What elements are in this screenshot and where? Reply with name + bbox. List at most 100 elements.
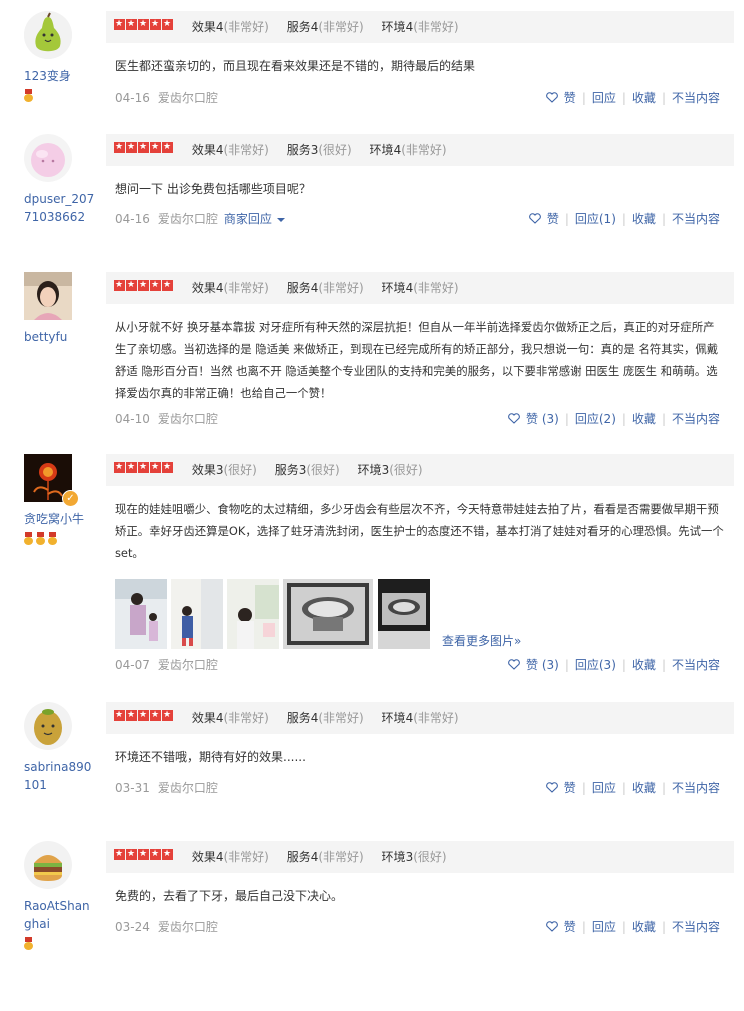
username[interactable]: 123变身: [24, 67, 96, 85]
avatar[interactable]: [24, 841, 72, 889]
star-icon: [162, 19, 173, 30]
avatar[interactable]: [24, 11, 72, 59]
heart-icon: [528, 213, 541, 224]
merchant-reply-toggle[interactable]: 商家回应: [224, 212, 285, 226]
review-text: 现在的娃娃咀嚼少、食物吃的太过精细，多少牙齿会有些层次不齐，今天特意带娃娃去拍了…: [115, 502, 724, 560]
review-actions: 赞 (3) | 回应(3) | 收藏 | 不当内容: [508, 655, 720, 675]
like-button[interactable]: 赞: [545, 917, 576, 937]
star-icon: [150, 462, 161, 473]
like-button[interactable]: 赞: [545, 778, 576, 798]
shop-name[interactable]: 爱齿尔口腔: [158, 781, 218, 795]
username[interactable]: RaoAtShanghai: [24, 897, 96, 933]
reply-button[interactable]: 回应: [592, 778, 616, 798]
review-photo[interactable]: [171, 579, 223, 649]
star-icon: [150, 142, 161, 153]
review-photo[interactable]: [227, 579, 279, 649]
review-actions: 赞 | 回应(1) | 收藏 | 不当内容: [528, 209, 720, 229]
reply-button[interactable]: 回应: [592, 88, 616, 108]
username[interactable]: 贪吃窝小牛: [24, 510, 96, 528]
avatar[interactable]: [24, 702, 72, 750]
avatar[interactable]: ✓: [24, 454, 79, 507]
review-photo[interactable]: [283, 579, 373, 649]
report-button[interactable]: 不当内容: [672, 778, 720, 798]
avatar[interactable]: [24, 134, 72, 182]
star-icon: [126, 142, 137, 153]
like-button[interactable]: 赞: [545, 88, 576, 108]
rating-effect: 效果4(非常好): [191, 143, 269, 157]
favorite-button[interactable]: 收藏: [632, 209, 656, 229]
review-item: dpuser_20771038662 效果4(非常好) 服务3(很好) 环境4(…: [0, 134, 744, 244]
reply-button[interactable]: 回应(2): [575, 409, 616, 429]
username[interactable]: dpuser_20771038662: [24, 190, 96, 226]
user-level: [24, 937, 102, 951]
rating-environment: 环境3(很好): [357, 463, 423, 477]
review-photo[interactable]: [378, 579, 430, 649]
review-item: 123变身 效果4(非常好) 服务4(非常好) 环境4(非常好) 医生都还蛮亲切…: [0, 11, 744, 121]
favorite-button[interactable]: 收藏: [632, 409, 656, 429]
shop-name[interactable]: 爱齿尔口腔: [158, 658, 218, 672]
avatar[interactable]: [24, 272, 72, 320]
star-rating: [114, 10, 174, 42]
review-text: 从小牙就不好 换牙基本靠拔 对牙症所有种天然的深层抗拒！但自从一年半前选择爱齿尔…: [115, 320, 719, 400]
heart-icon: [545, 92, 558, 103]
reply-button[interactable]: 回应: [592, 917, 616, 937]
review-date: 04-10: [115, 412, 150, 426]
review-text: 环境还不错哦，期待有好的效果......: [115, 750, 306, 764]
rating-effect: 效果4(非常好): [191, 850, 269, 864]
review-photo[interactable]: [115, 579, 167, 649]
heart-icon: [545, 921, 558, 932]
report-button[interactable]: 不当内容: [672, 655, 720, 675]
heart-icon: [545, 782, 558, 793]
username[interactable]: sabrina890101: [24, 758, 96, 794]
shop-name[interactable]: 爱齿尔口腔: [158, 412, 218, 426]
review-date: 04-07: [115, 658, 150, 672]
rating-effect: 效果4(非常好): [191, 711, 269, 725]
review-meta: 04-07 爱齿尔口腔: [115, 655, 218, 675]
star-icon: [114, 142, 125, 153]
star-icon: [162, 710, 173, 721]
like-button[interactable]: 赞: [528, 209, 559, 229]
star-icon: [126, 280, 137, 291]
rating-environment: 环境4(非常好): [369, 143, 447, 157]
star-rating: [114, 840, 174, 872]
rating-environment: 环境3(很好): [381, 850, 447, 864]
photo-avatar-icon: [24, 272, 72, 320]
medal-icon: [48, 532, 57, 545]
review-meta: 03-24 爱齿尔口腔: [115, 917, 218, 937]
verified-badge-icon: ✓: [62, 490, 79, 507]
like-button[interactable]: 赞 (3): [508, 655, 559, 675]
rating-effect: 效果4(非常好): [191, 20, 269, 34]
star-icon: [114, 462, 125, 473]
star-icon: [150, 19, 161, 30]
report-button[interactable]: 不当内容: [672, 209, 720, 229]
reply-button[interactable]: 回应(1): [575, 209, 616, 229]
favorite-button[interactable]: 收藏: [632, 917, 656, 937]
rating-environment: 环境4(非常好): [381, 20, 459, 34]
star-icon: [162, 280, 173, 291]
review-item: RaoAtShanghai 效果4(非常好) 服务4(非常好) 环境3(很好) …: [0, 841, 744, 951]
star-rating: [114, 133, 174, 165]
potato-avatar-icon: [24, 702, 72, 750]
favorite-button[interactable]: 收藏: [632, 655, 656, 675]
report-button[interactable]: 不当内容: [672, 88, 720, 108]
username[interactable]: bettyfu: [24, 328, 96, 346]
more-photos-link[interactable]: 查看更多图片»: [442, 632, 521, 649]
review-text: 免费的，去看了下牙，最后自己没下决心。: [115, 889, 344, 903]
favorite-button[interactable]: 收藏: [632, 778, 656, 798]
like-button[interactable]: 赞 (3): [508, 409, 559, 429]
review-actions: 赞 | 回应 | 收藏 | 不当内容: [545, 778, 720, 798]
medal-icon: [24, 532, 33, 545]
shop-name[interactable]: 爱齿尔口腔: [158, 91, 218, 105]
report-button[interactable]: 不当内容: [672, 917, 720, 937]
rating-service: 服务4(非常好): [286, 850, 364, 864]
favorite-button[interactable]: 收藏: [632, 88, 656, 108]
review-date: 04-16: [115, 212, 150, 226]
report-button[interactable]: 不当内容: [672, 409, 720, 429]
shop-name[interactable]: 爱齿尔口腔: [158, 920, 218, 934]
review-date: 03-31: [115, 781, 150, 795]
photo-strip: 查看更多图片»: [115, 579, 615, 649]
reply-button[interactable]: 回应(3): [575, 655, 616, 675]
shop-name[interactable]: 爱齿尔口腔: [158, 212, 218, 226]
review-body: 效果4(非常好) 服务3(很好) 环境4(非常好) 想问一下 出诊免费包括哪些项…: [106, 133, 734, 226]
rating-service: 服务4(非常好): [286, 711, 364, 725]
